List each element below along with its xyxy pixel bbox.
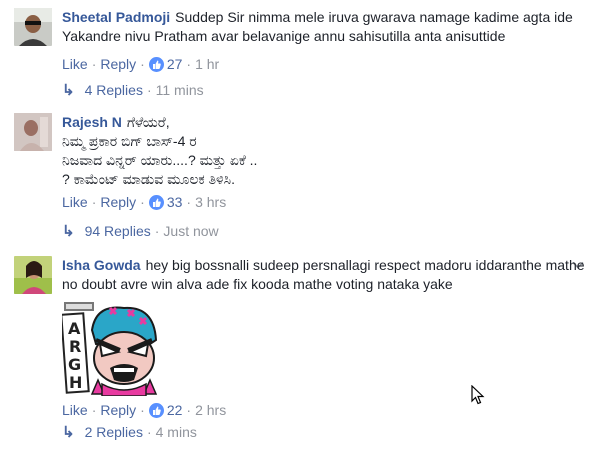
replies-count-link[interactable]: 4 Replies: [85, 82, 143, 98]
comment-time[interactable]: 2 hrs: [195, 402, 226, 418]
avatar[interactable]: [14, 256, 52, 294]
mouse-cursor-icon: [471, 384, 485, 405]
like-button[interactable]: Like: [62, 402, 88, 418]
separator: ·: [186, 194, 192, 210]
separator: ·: [140, 194, 145, 210]
comment-text-block: Isha Gowda hey big bossnalli sudeep persn…: [62, 256, 590, 294]
comment-text-line: ? ಕಾಮೆಂಟ್ ಮಾಡುವ ಮೂಲಕ ತಿಳಿಸಿ.: [62, 171, 235, 187]
reply-arrow-icon: ↳: [62, 424, 75, 441]
like-count[interactable]: 22: [167, 402, 183, 418]
comment-text-line: ಗೆಳೆಯರೆ,: [126, 114, 170, 130]
like-count-icon[interactable]: [148, 195, 164, 210]
like-count-icon[interactable]: [148, 57, 164, 72]
replies-time: 11 mins: [155, 82, 204, 98]
svg-text:G: G: [68, 355, 81, 374]
avatar[interactable]: [14, 8, 52, 46]
avatar[interactable]: [14, 113, 52, 151]
comment-author[interactable]: Rajesh N: [62, 114, 122, 130]
like-button[interactable]: Like: [62, 56, 88, 72]
view-replies[interactable]: ↳ 4 Replies · 11 mins: [62, 80, 204, 101]
replies-time: 4 mins: [155, 424, 197, 440]
comment-time[interactable]: 3 hrs: [195, 194, 226, 210]
reply-arrow-icon: ↳: [62, 223, 75, 240]
like-count[interactable]: 33: [167, 194, 183, 210]
replies-count-link[interactable]: 2 Replies: [85, 424, 143, 440]
reply-button[interactable]: Reply: [100, 402, 136, 418]
separator: ·: [146, 82, 152, 98]
reply-button[interactable]: Reply: [100, 56, 136, 72]
separator: ·: [146, 424, 152, 440]
comment-text-line: ನಿಜವಾದ ವಿನ್ನರ್ ಯಾರು....? ಮತ್ತು ಏಕೆ ..: [62, 152, 258, 168]
sticker-text: A: [68, 319, 81, 338]
comment-author[interactable]: Sheetal Padmoji: [62, 9, 170, 25]
like-button[interactable]: Like: [62, 194, 88, 210]
comment-body: Sheetal Padmoji Suddep Sir nimma mele iru…: [62, 8, 590, 74]
separator: ·: [91, 194, 97, 210]
like-count-icon[interactable]: [148, 403, 164, 418]
comment-text-block: Sheetal Padmoji Suddep Sir nimma mele iru…: [62, 8, 590, 46]
svg-text:R: R: [69, 337, 81, 356]
replies-time: Just now: [163, 223, 219, 239]
comment-actions: Like · Reply · 27 · 1 hr: [62, 54, 590, 74]
svg-text:H: H: [69, 373, 82, 392]
comment-actions: Like · Reply · 22 · 2 hrs: [62, 400, 590, 420]
separator: ·: [140, 56, 145, 72]
separator: ·: [186, 402, 192, 418]
separator: ·: [91, 56, 97, 72]
separator: ·: [91, 402, 97, 418]
reply-button[interactable]: Reply: [100, 194, 136, 210]
comment-author[interactable]: Isha Gowda: [62, 257, 141, 273]
comment-actions: Like · Reply · 33 · 3 hrs: [62, 192, 590, 212]
view-replies[interactable]: ↳ 94 Replies · Just now: [62, 221, 219, 242]
separator: ·: [140, 402, 145, 418]
view-replies[interactable]: ↳ 2 Replies · 4 mins: [62, 422, 197, 443]
replies-count-link[interactable]: 94 Replies: [85, 223, 151, 239]
comment-time[interactable]: 1 hr: [195, 56, 219, 72]
comment-text-line: ನಿಮ್ಮ ಪ್ರಕಾರ ಬಿಗ್ ಬಾಸ್-4 ರ: [62, 133, 197, 149]
like-count[interactable]: 27: [167, 56, 183, 72]
comment-text-block: Rajesh N ಗೆಳೆಯರೆ, ನಿಮ್ಮ ಪ್ರಕಾರ ಬಿಗ್ ಬಾಸ್-…: [62, 113, 590, 189]
sticker-argh[interactable]: A R G H: [60, 300, 162, 397]
separator: ·: [154, 223, 160, 239]
separator: ·: [186, 56, 192, 72]
comment-body: Rajesh N ಗೆಳೆಯರೆ, ನಿಮ್ಮ ಪ್ರಕಾರ ಬಿಗ್ ಬಾಸ್-…: [62, 113, 590, 212]
comment-body: Isha Gowda hey big bossnalli sudeep persn…: [60, 256, 590, 420]
reply-arrow-icon: ↳: [62, 82, 75, 99]
